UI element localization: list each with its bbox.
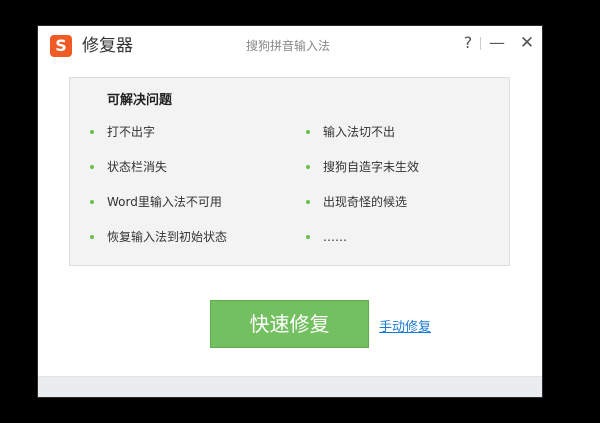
minimize-icon[interactable]: — [487, 32, 507, 54]
issue-label: 恢复输入法到初始状态 [107, 230, 228, 244]
issue-label: Word里输入法不可用 [107, 195, 222, 209]
issue-label: …… [323, 230, 347, 244]
list-item: 搜狗自造字未生效 [306, 158, 486, 176]
bullet-dot-icon [306, 130, 310, 134]
close-icon[interactable]: ✕ [517, 32, 537, 54]
issue-label: 搜狗自造字未生效 [323, 160, 420, 174]
quick-fix-button[interactable]: 快速修复 [210, 300, 369, 348]
list-item: 打不出字 [90, 123, 290, 141]
titlebar-divider [480, 37, 481, 50]
footer-bar [38, 376, 542, 397]
title-bar[interactable]: S 修复器 搜狗拼音输入法 ? — ✕ [38, 26, 542, 66]
bullet-dot-icon [306, 200, 310, 204]
product-subtitle: 搜狗拼音输入法 [246, 39, 331, 53]
list-item: 恢复输入法到初始状态 [90, 228, 290, 246]
issue-label: 打不出字 [107, 125, 156, 139]
app-title: 修复器 [82, 36, 133, 56]
list-item: 状态栏消失 [90, 158, 290, 176]
bullet-dot-icon [90, 165, 94, 169]
bullet-dot-icon [90, 235, 94, 239]
list-item: Word里输入法不可用 [90, 193, 290, 211]
issue-label: 输入法切不出 [323, 125, 396, 139]
issue-label: 状态栏消失 [107, 160, 168, 174]
bullet-dot-icon [306, 165, 310, 169]
solvable-issues-panel: 可解决问题 打不出字 状态栏消失 Word里输入法不可用 恢复输入法到初始状态 … [69, 77, 510, 266]
list-item: …… [306, 228, 486, 246]
repair-tool-window: S 修复器 搜狗拼音输入法 ? — ✕ 可解决问题 打不出字 状态栏消失 Wor… [37, 25, 543, 398]
sogou-logo-icon: S [50, 35, 72, 57]
bullet-dot-icon [90, 130, 94, 134]
manual-fix-link[interactable]: 手动修复 [379, 319, 431, 337]
panel-heading: 可解决问题 [107, 93, 173, 108]
bullet-dot-icon [90, 200, 94, 204]
issue-label: 出现奇怪的候选 [323, 195, 408, 209]
list-item: 出现奇怪的候选 [306, 193, 486, 211]
help-icon[interactable]: ? [461, 32, 475, 54]
list-item: 输入法切不出 [306, 123, 486, 141]
bullet-dot-icon [306, 235, 310, 239]
